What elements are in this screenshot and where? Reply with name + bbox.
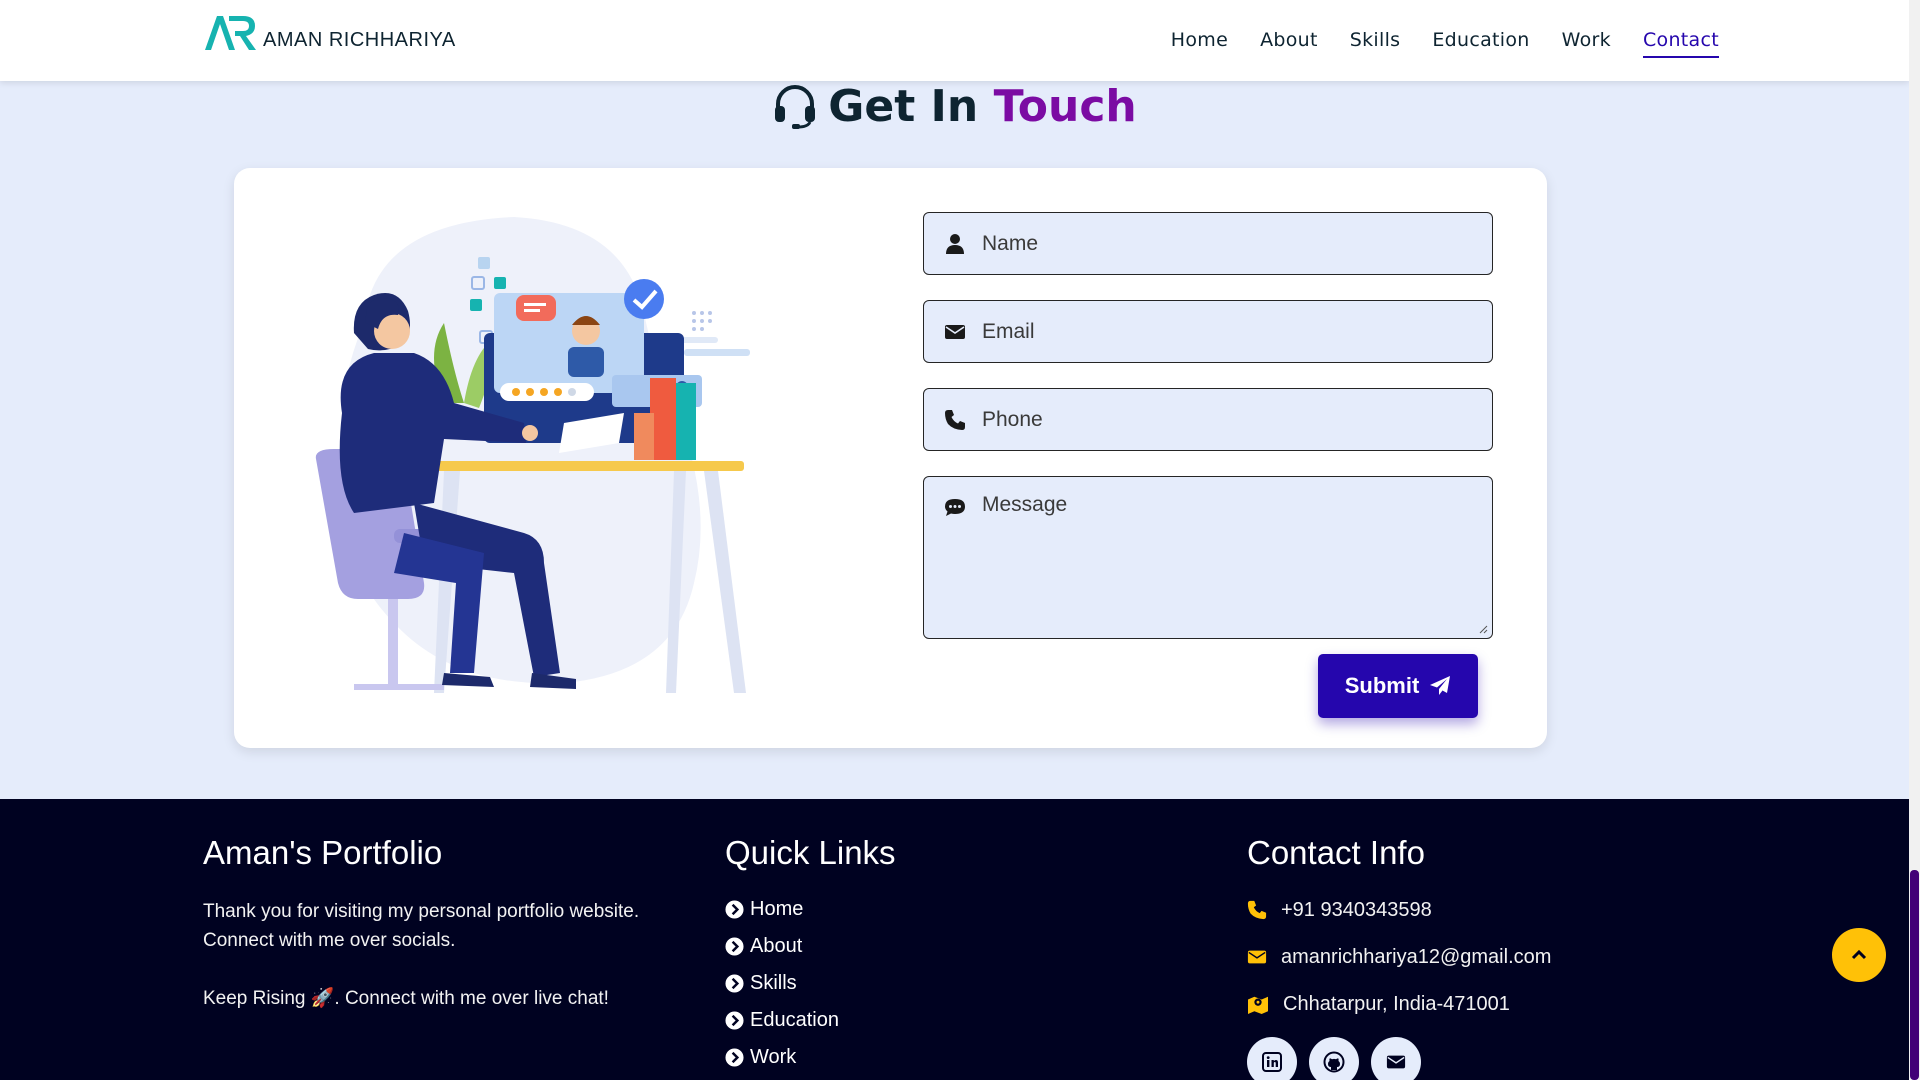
phone-icon <box>1247 901 1267 920</box>
social-links <box>1247 1036 1551 1080</box>
quick-link-education[interactable]: Education <box>725 1002 896 1039</box>
quick-link-label[interactable]: About <box>750 935 802 958</box>
paper-plane-icon <box>1430 676 1451 695</box>
logo-mark-icon <box>205 16 256 50</box>
main-nav: Home About Skills Education Work Contact <box>1171 26 1719 58</box>
contact-location: Chhatarpur, India-471001 <box>1247 981 1551 1028</box>
nav-education[interactable]: Education <box>1432 26 1529 58</box>
submit-label: Submit <box>1344 673 1420 698</box>
brand-logo[interactable]: AMAN RICHHARIYA <box>203 12 456 52</box>
quick-link-skills[interactable]: Skills <box>725 965 896 1002</box>
chevron-circle-right-icon <box>725 1048 744 1067</box>
scrollbar-thumb[interactable] <box>1910 870 1919 1080</box>
footer-about-text: Thank you for visiting my personal portf… <box>203 900 640 951</box>
quick-link-label[interactable]: Home <box>750 898 803 921</box>
quick-link-label[interactable]: Skills <box>750 972 797 995</box>
comment-dots-icon <box>945 499 965 516</box>
quick-link-home[interactable]: Home <box>725 891 896 928</box>
footer-contact-info: Contact Info +91 9340343598 amanrichhari… <box>1247 833 1551 1080</box>
customer-support-illustration <box>315 217 750 693</box>
contact-heading: Get In Touch <box>0 84 1909 130</box>
quick-link-label[interactable]: Education <box>750 1009 839 1032</box>
message-textarea[interactable] <box>982 493 1482 633</box>
contact-email: amanrichhariya12@gmail.com <box>1247 934 1551 981</box>
map-marker-icon <box>1248 996 1268 1015</box>
email-field <box>923 300 1493 363</box>
site-footer: Aman's Portfolio Thank you for visiting … <box>0 799 1909 1080</box>
chevron-up-icon <box>1851 949 1867 960</box>
github-icon <box>1323 1051 1345 1073</box>
chevron-circle-right-icon <box>725 974 744 993</box>
contact-info-title: Contact Info <box>1247 834 1425 871</box>
footer-about: Aman's Portfolio Thank you for visiting … <box>203 833 643 1013</box>
footer-quick-links: Quick Links Home About Skills Education … <box>725 833 896 1076</box>
phone-field <box>923 388 1493 451</box>
quick-link-about[interactable]: About <box>725 928 896 965</box>
footer-about-title: Aman's Portfolio <box>203 834 443 871</box>
quick-link-work[interactable]: Work <box>725 1039 896 1076</box>
envelope-icon <box>1247 950 1267 964</box>
resize-grip-icon[interactable] <box>1478 624 1488 634</box>
brand-name: AMAN RICHHARIYA <box>263 29 456 51</box>
contact-card: Submit <box>234 168 1547 748</box>
name-field <box>923 212 1493 275</box>
contact-form <box>923 212 1493 656</box>
mail-link[interactable] <box>1371 1036 1421 1080</box>
chevron-circle-right-icon <box>725 937 744 956</box>
phone-icon <box>945 410 965 430</box>
envelope-icon <box>945 325 965 339</box>
phone-input[interactable] <box>982 389 1482 450</box>
user-icon <box>946 234 964 254</box>
linkedin-link[interactable] <box>1247 1036 1297 1080</box>
nav-work[interactable]: Work <box>1562 26 1611 58</box>
page-title: Get In Touch <box>828 81 1137 132</box>
site-header: AMAN RICHHARIYA Home About Skills Educat… <box>0 0 1909 81</box>
nav-about[interactable]: About <box>1260 26 1318 58</box>
nav-home[interactable]: Home <box>1171 26 1228 58</box>
name-input[interactable] <box>982 213 1482 274</box>
footer-about-tagline: Keep Rising 🚀. Connect with me over live… <box>203 987 609 1009</box>
page-scrollbar[interactable] <box>1909 0 1920 1080</box>
quick-link-label[interactable]: Work <box>750 1046 796 1069</box>
scroll-to-top-button[interactable] <box>1832 928 1886 982</box>
chevron-circle-right-icon <box>725 900 744 919</box>
chevron-circle-right-icon <box>725 1011 744 1030</box>
contact-phone: +91 9340343598 <box>1247 887 1551 934</box>
contact-phone-text: +91 9340343598 <box>1281 898 1432 921</box>
contact-location-text: Chhatarpur, India-471001 <box>1283 992 1510 1015</box>
contact-email-text: amanrichhariya12@gmail.com <box>1281 945 1552 968</box>
linkedin-icon <box>1262 1051 1282 1072</box>
quick-links-title: Quick Links <box>725 834 896 871</box>
submit-button[interactable]: Submit <box>1318 654 1478 718</box>
mail-icon <box>1386 1055 1406 1068</box>
quick-links-list: Home About Skills Education Work <box>725 891 896 1076</box>
email-input[interactable] <box>982 301 1482 362</box>
nav-skills[interactable]: Skills <box>1350 26 1401 58</box>
headset-icon <box>775 85 816 129</box>
nav-contact[interactable]: Contact <box>1642 26 1719 58</box>
github-link[interactable] <box>1309 1036 1359 1080</box>
message-field <box>923 476 1493 639</box>
